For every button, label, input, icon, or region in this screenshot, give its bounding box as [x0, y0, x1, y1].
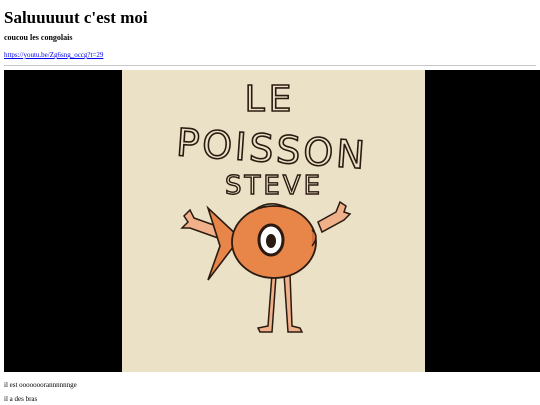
paragraph-orange: il est ooooooorannnnnnge: [4, 381, 77, 389]
fish-pupil: [266, 234, 276, 248]
paragraph-bras: il a des bras: [4, 395, 38, 403]
thumbnail-text-poisson: POISSON: [175, 120, 369, 177]
thumbnail-text-steve: STEVE: [225, 171, 323, 201]
video-link[interactable]: https://youtu.be/Zg6sng_occg?t=29: [4, 51, 103, 60]
fish-left-leg: [256, 272, 277, 333]
fish-right-arm: [317, 200, 352, 234]
page-subtitle: coucou les congolais: [4, 33, 73, 42]
fish-right-leg: [283, 273, 304, 333]
thumbnail-text-le: LE: [245, 79, 296, 120]
page-title: Saluuuuut c'est moi: [4, 8, 148, 27]
video-player[interactable]: LE POISSON STEVE: [4, 70, 540, 372]
video-thumbnail: LE POISSON STEVE: [122, 70, 425, 372]
divider: [4, 65, 536, 66]
